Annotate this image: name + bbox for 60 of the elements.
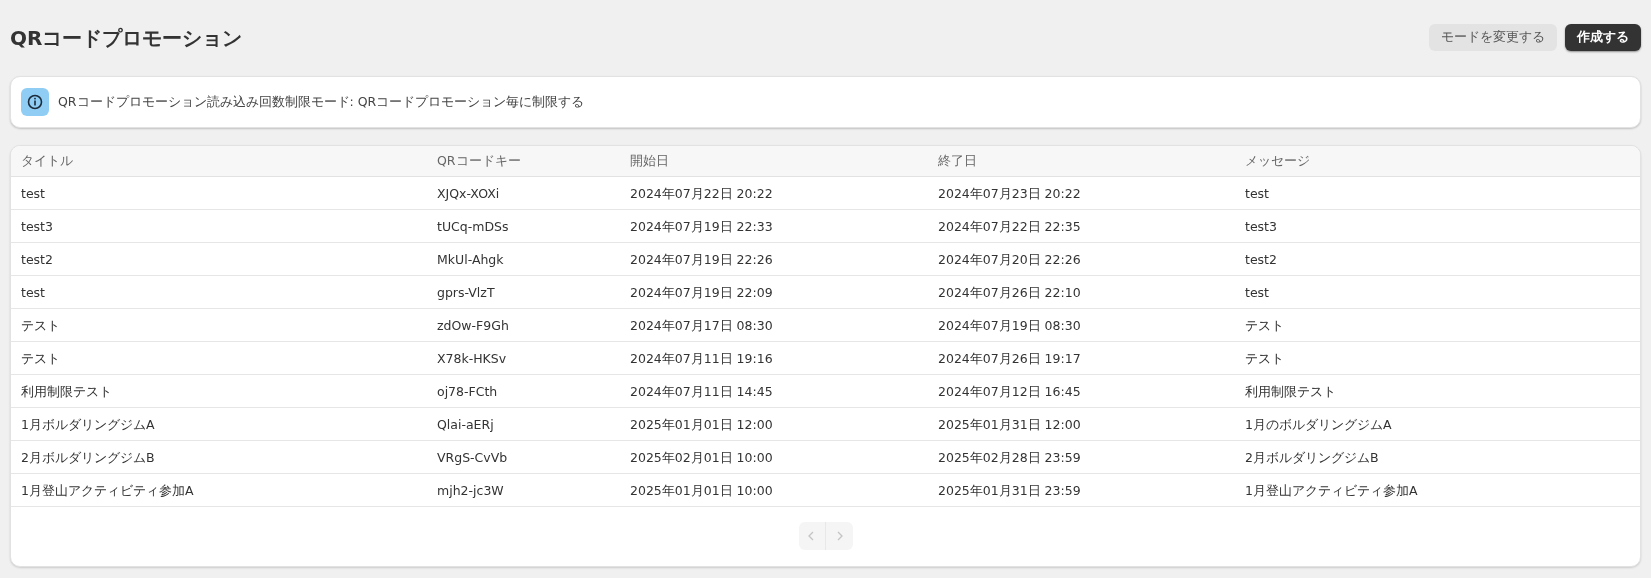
table-cell: test: [1245, 186, 1269, 201]
table-cell: 2025年01月31日 23:59: [938, 483, 1081, 498]
table-cell: 2024年07月23日 20:22: [938, 186, 1081, 201]
table-cell: 2024年07月19日 22:33: [630, 219, 773, 234]
table-cell: test: [1245, 285, 1269, 300]
table-cell: 2024年07月20日 22:26: [938, 252, 1081, 267]
table-cell: 利用制限テスト: [1245, 384, 1336, 399]
table-cell: 利用制限テスト: [21, 384, 112, 399]
table-cell: 2024年07月19日 08:30: [938, 318, 1081, 333]
table-cell: 2025年01月01日 10:00: [630, 483, 773, 498]
table-cell: X78k-HKSv: [437, 351, 507, 366]
table-cell: 2024年07月17日 08:30: [630, 318, 773, 333]
table-cell: 2024年07月22日 22:35: [938, 219, 1081, 234]
table-cell: 2024年07月22日 20:22: [630, 186, 773, 201]
table-cell: test3: [1245, 219, 1277, 234]
table-cell: 2025年02月01日 10:00: [630, 450, 773, 465]
table-cell: test2: [1245, 252, 1277, 267]
table-cell: oj78-FCth: [437, 384, 498, 399]
table-cell: 2024年07月11日 14:45: [630, 384, 773, 399]
table-cell: mjh2-jc3W: [437, 483, 504, 498]
table-cell: 1月ボルダリングジムA: [21, 417, 155, 432]
table-cell: XJQx-XOXi: [437, 186, 500, 201]
table-cell: 2024年07月19日 22:26: [630, 252, 773, 267]
info-icon: [21, 88, 49, 116]
table-cell: 2025年02月28日 23:59: [938, 450, 1081, 465]
table-cell: Qlai-aERj: [437, 417, 494, 432]
table-cell: tUCq-mDSs: [437, 219, 509, 234]
table-cell: MkUl-Ahgk: [437, 252, 504, 267]
table-cell: test: [21, 186, 45, 201]
column-header: QRコードキー: [437, 151, 522, 170]
table-cell: テスト: [21, 318, 60, 333]
column-header: 開始日: [630, 151, 670, 170]
change-mode-button[interactable]: モードを変更する: [1429, 23, 1557, 51]
table-cell: 2025年01月01日 12:00: [630, 417, 773, 432]
table-cell: test2: [21, 252, 53, 267]
table-cell: 2025年01月31日 12:00: [938, 417, 1081, 432]
create-button[interactable]: 作成する: [1565, 23, 1641, 51]
table-cell: テスト: [1245, 351, 1284, 366]
page-title: QRコードプロモーション: [10, 25, 243, 52]
table-cell: VRgS-CvVb: [437, 450, 508, 465]
column-header: メッセージ: [1245, 151, 1311, 170]
table-cell: test: [21, 285, 45, 300]
table-cell: 2月ボルダリングジムB: [1245, 450, 1379, 465]
table-cell: 2024年07月26日 19:17: [938, 351, 1081, 366]
table-cell: 2月ボルダリングジムB: [21, 450, 155, 465]
column-header: タイトル: [21, 151, 74, 170]
table-cell: 1月登山アクティビティ参加A: [1245, 483, 1418, 498]
table-cell: 2024年07月12日 16:45: [938, 384, 1081, 399]
table-cell: 2024年07月11日 19:16: [630, 351, 773, 366]
table-cell: テスト: [1245, 318, 1284, 333]
table-cell: 1月登山アクティビティ参加A: [21, 483, 194, 498]
table-cell: zdOw-F9Gh: [437, 318, 509, 333]
table-cell: 1月のボルダリングジムA: [1245, 417, 1392, 432]
table-cell: test3: [21, 219, 53, 234]
table-cell: gprs-VlzT: [437, 285, 495, 300]
table-cell: テスト: [21, 351, 60, 366]
table-cell: 2024年07月26日 22:10: [938, 285, 1081, 300]
notice-text: QRコードプロモーション読み込み回数制限モード: QRコードプロモーション毎に制限する: [58, 92, 585, 111]
table-cell: 2024年07月19日 22:09: [630, 285, 773, 300]
column-header: 終了日: [938, 151, 978, 170]
